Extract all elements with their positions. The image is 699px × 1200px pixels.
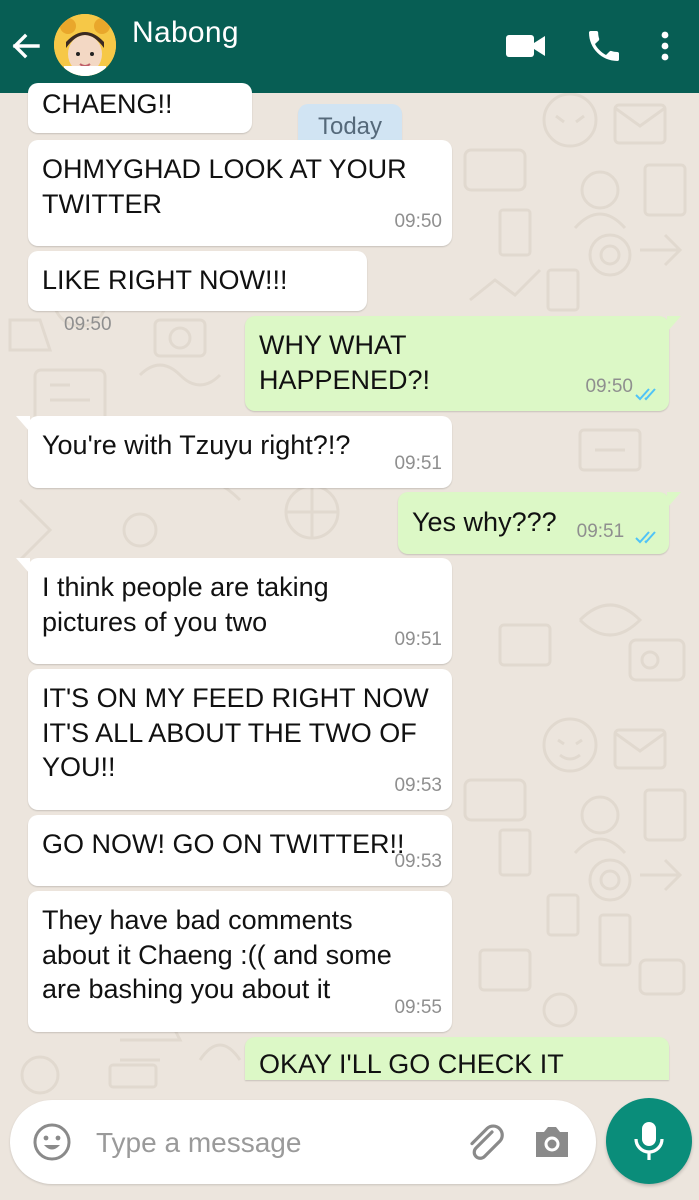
message-text: LIKE RIGHT NOW!!! bbox=[42, 265, 288, 295]
voice-call-button[interactable] bbox=[582, 26, 626, 66]
avatar-image bbox=[54, 14, 116, 76]
message-text: I think people are taking pictures of yo… bbox=[42, 572, 329, 637]
message-time: 09:51 bbox=[576, 521, 625, 542]
message-text: OKAY I'LL GO CHECK IT bbox=[259, 1049, 564, 1079]
message-bubble-incoming[interactable]: IT'S ON MY FEED RIGHT NOW IT'S ALL ABOUT… bbox=[28, 669, 452, 810]
message-bubble-incoming[interactable]: GO NOW! GO ON TWITTER!! 09:53 bbox=[28, 815, 452, 886]
more-vertical-icon bbox=[661, 31, 669, 61]
bubble-tail bbox=[16, 558, 30, 574]
message-bubble-incoming[interactable]: OHMYGHAD LOOK AT YOUR TWITTER 09:50 bbox=[28, 140, 452, 246]
message-text: GO NOW! GO ON TWITTER!! bbox=[42, 829, 405, 859]
message-time: 09:50 bbox=[394, 210, 442, 232]
emoji-icon[interactable] bbox=[30, 1120, 74, 1164]
message-time: 09:53 bbox=[394, 774, 442, 796]
voice-message-button[interactable] bbox=[606, 1098, 692, 1184]
back-arrow-icon[interactable] bbox=[8, 28, 44, 64]
message-bubble-incoming[interactable]: CHAENG!!09:50 bbox=[28, 83, 252, 159]
chat-header: Nabong bbox=[0, 0, 699, 93]
read-receipt-icon bbox=[635, 388, 656, 401]
message-bubble-outgoing[interactable]: Yes why??? 09:51 bbox=[398, 492, 681, 554]
bubble-tail bbox=[16, 416, 30, 432]
message-bubble-incoming[interactable]: LIKE RIGHT NOW!!! 09:50 bbox=[28, 251, 367, 335]
message-bubble-outgoing[interactable]: OKAY I'LL GO CHECK IT bbox=[245, 1037, 669, 1080]
message-time: 09:50 bbox=[64, 313, 112, 335]
videocam-icon bbox=[506, 35, 545, 57]
message-time: 09:51 bbox=[394, 452, 442, 474]
message-text: Yes why??? bbox=[412, 507, 557, 537]
message-bubble-incoming[interactable]: They have bad comments about it Chaeng :… bbox=[28, 891, 452, 1032]
bubble-tail bbox=[667, 316, 681, 332]
message-text: You're with Tzuyu right?!? bbox=[42, 430, 351, 460]
message-time: 09:50 bbox=[585, 375, 633, 397]
message-bubble-incoming[interactable]: I think people are taking pictures of yo… bbox=[16, 558, 452, 664]
message-input[interactable] bbox=[94, 1118, 458, 1168]
bubble-tail bbox=[667, 1037, 669, 1053]
message-text: IT'S ON MY FEED RIGHT NOW IT'S ALL ABOUT… bbox=[42, 683, 429, 782]
avatar[interactable] bbox=[54, 14, 116, 76]
message-time: 09:53 bbox=[394, 850, 442, 872]
message-text: OHMYGHAD LOOK AT YOUR TWITTER bbox=[42, 154, 407, 219]
message-text: CHAENG!! bbox=[42, 89, 173, 119]
video-call-button[interactable] bbox=[504, 26, 548, 66]
message-text: They have bad comments about it Chaeng :… bbox=[42, 905, 392, 1004]
read-receipt-icon bbox=[635, 531, 656, 544]
camera-icon[interactable] bbox=[530, 1120, 574, 1164]
phone-icon bbox=[589, 31, 619, 61]
message-bubble-incoming[interactable]: You're with Tzuyu right?!? 09:51 bbox=[16, 416, 452, 488]
message-composer bbox=[10, 1100, 596, 1184]
menu-button[interactable] bbox=[650, 26, 680, 66]
bubble-tail bbox=[667, 492, 681, 508]
message-bubble-outgoing[interactable]: WHY WHAT HAPPENED?! 09:50 bbox=[245, 316, 681, 411]
paperclip-icon[interactable] bbox=[462, 1118, 508, 1164]
message-time: 09:51 bbox=[394, 628, 442, 650]
contact-name[interactable]: Nabong bbox=[132, 16, 239, 50]
message-time: 09:55 bbox=[394, 996, 442, 1018]
microphone-icon bbox=[634, 1122, 664, 1160]
